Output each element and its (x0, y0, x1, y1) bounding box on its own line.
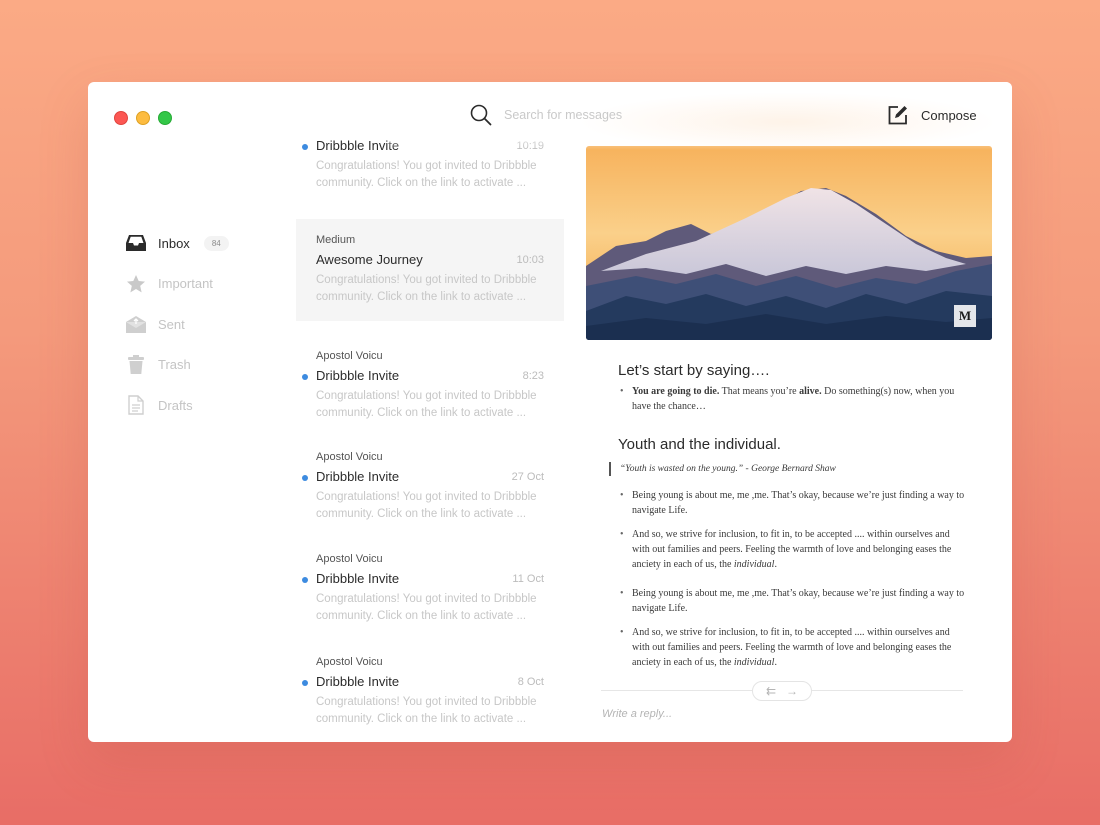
reply-actions: ⇇ → (752, 681, 812, 701)
body-text: Being young is about me, me ,me. That’s … (632, 490, 965, 516)
body-text: And so, we strive for inclusion, to fit … (632, 627, 952, 668)
message-sender: Apostol Voicu (316, 656, 383, 668)
body-text: Being young is about me, me ,me. That’s … (632, 588, 965, 614)
star-icon (125, 273, 147, 295)
message-subject: Dribbble Invite (316, 368, 400, 383)
message-preview: Congratulations! You got invited to Drib… (316, 160, 537, 189)
sidebar-item-label: Important (158, 276, 213, 291)
body-text: That means you’re (719, 386, 800, 397)
emphasis-text: individual (733, 657, 775, 668)
message-item[interactable]: Apostol Voicu Dribbble Invite 8:23 Congr… (296, 350, 564, 421)
sidebar-item-label: Sent (158, 316, 185, 332)
body-text: And so, we strive for inclusion, to fit … (632, 529, 952, 570)
compose-button[interactable]: Compose (888, 105, 977, 125)
message-item[interactable]: Apostol Voicu Dribbble Invite 8 Oct Cong… (296, 656, 564, 727)
message-preview: Congratulations! You got invited to Drib… (316, 390, 537, 419)
sent-envelope-icon (125, 313, 147, 335)
message-item-selected[interactable]: Medium Awesome Journey 10:03 Congratulat… (296, 219, 564, 321)
bullet-item: And so, we strive for inclusion, to fit … (618, 527, 968, 572)
hero-image: M (586, 146, 992, 340)
bullet-item: You are going to die. That means you’re … (618, 384, 968, 414)
message-item[interactable]: Apostol Voicu Dribbble Invite 27 Oct Con… (296, 451, 564, 522)
mail-window: Inbox 84 Important Sent Trash Drafts Dri… (88, 82, 1012, 742)
unread-dot (302, 475, 308, 481)
search-bar (470, 104, 704, 126)
compose-label: Compose (921, 107, 977, 123)
message-preview: Congratulations! You got invited to Drib… (316, 593, 537, 622)
unread-count-badge: 84 (203, 235, 229, 251)
window-controls (114, 111, 172, 125)
close-button[interactable] (114, 111, 128, 125)
sidebar-item-sent[interactable]: Sent (125, 313, 285, 335)
reading-pane: M Let’s start by saying…. You are going … (586, 82, 992, 742)
mountain-image (586, 146, 992, 340)
message-sender: Apostol Voicu (316, 350, 383, 362)
unread-dot (302, 680, 308, 686)
blockquote: “Youth is wasted on the young.” - George… (609, 462, 968, 476)
sidebar-item-trash[interactable]: Trash (125, 354, 285, 376)
search-input[interactable] (504, 108, 704, 122)
message-subject: Dribbble Invite (316, 469, 400, 484)
message-sender: Medium (316, 234, 356, 246)
bold-text: You are going to die. (632, 386, 720, 397)
message-preview: Congratulations! You got invited to Drib… (316, 274, 537, 303)
message-time: 11 Oct (512, 572, 544, 585)
minimize-button[interactable] (136, 111, 150, 125)
message-sender: Apostol Voicu (316, 553, 383, 565)
sidebar: Inbox 84 Important Sent Trash Drafts (125, 232, 285, 435)
message-subject: Awesome Journey (316, 252, 423, 267)
sidebar-item-important[interactable]: Important (125, 273, 285, 295)
message-time: 8:23 (522, 369, 544, 382)
message-list: Dribbble Invite 10:19 Congratulations! Y… (296, 82, 564, 742)
sidebar-item-drafts[interactable]: Drafts (125, 394, 285, 416)
forward-icon[interactable]: → (786, 684, 798, 698)
bold-text: alive. (799, 386, 822, 397)
message-item[interactable]: Apostol Voicu Dribbble Invite 11 Oct Con… (296, 553, 564, 624)
article-body: Let’s start by saying…. You are going to… (609, 362, 968, 679)
bullet-item: Being young is about me, me ,me. That’s … (618, 586, 968, 616)
message-time: 10:03 (516, 253, 544, 266)
section-heading: Let’s start by saying…. (618, 362, 770, 379)
body-text: . (774, 657, 777, 668)
message-subject: Dribbble Invite (316, 138, 400, 153)
body-text: . (774, 559, 777, 570)
search-icon[interactable] (470, 104, 492, 126)
bullet-list: You are going to die. That means you’re … (618, 384, 968, 414)
compose-icon (888, 105, 908, 125)
medium-logo-icon: M (954, 305, 976, 327)
message-subject: Dribbble Invite (316, 674, 400, 689)
unread-dot (302, 144, 308, 150)
sidebar-item-inbox[interactable]: Inbox 84 (125, 232, 285, 254)
reply-input[interactable] (602, 708, 972, 720)
sidebar-item-label: Trash (158, 357, 191, 372)
emphasis-text: individual (733, 559, 775, 570)
unread-dot (302, 374, 308, 380)
bullet-item: Being young is about me, me ,me. That’s … (618, 488, 968, 518)
maximize-button[interactable] (158, 111, 172, 125)
bullet-item: And so, we strive for inclusion, to fit … (618, 625, 968, 670)
sidebar-item-label: Inbox (158, 235, 190, 251)
unread-dot (302, 577, 308, 583)
trash-icon (125, 354, 147, 376)
reply-all-icon[interactable]: ⇇ (766, 684, 776, 698)
message-sender: Apostol Voicu (316, 451, 383, 463)
message-time: 27 Oct (511, 470, 544, 483)
message-preview: Congratulations! You got invited to Drib… (316, 491, 537, 520)
bullet-list: Being young is about me, me ,me. That’s … (618, 488, 968, 670)
document-icon (125, 394, 147, 416)
sidebar-item-label: Drafts (158, 397, 193, 413)
section-heading: Youth and the individual. (618, 436, 781, 453)
message-subject: Dribbble Invite (316, 571, 400, 586)
message-time: 8 Oct (517, 675, 544, 688)
message-preview: Congratulations! You got invited to Drib… (316, 696, 537, 725)
inbox-icon (125, 232, 147, 254)
